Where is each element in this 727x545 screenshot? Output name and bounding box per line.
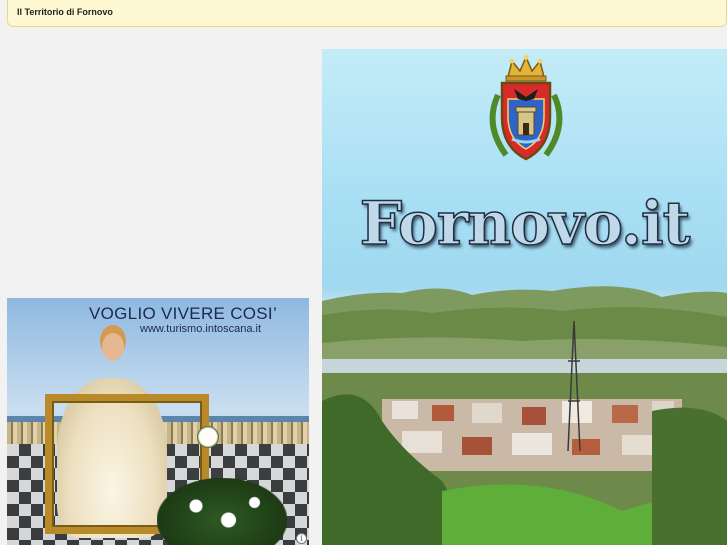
coat-of-arms-icon — [489, 55, 563, 161]
page-title: Il Territorio di Fornovo — [17, 7, 113, 17]
header-bar: Il Territorio di Fornovo — [7, 0, 727, 27]
advertisement-banner[interactable]: VOGLIO VIVERE COSI’ www.turismo.intoscan… — [7, 298, 309, 545]
site-brand-logo[interactable]: Fornovo.it — [352, 188, 697, 260]
ad-url[interactable]: www.turismo.intoscana.it — [140, 323, 261, 335]
ad-flower-arrangement — [157, 478, 287, 545]
hero-banner: Fornovo.it — [322, 49, 727, 545]
ad-headline: VOGLIO VIVERE COSI’ — [89, 304, 278, 323]
ad-info-icon[interactable]: i — [296, 533, 307, 544]
ad-white-rose — [197, 426, 219, 448]
fornovo-landscape-photo — [322, 286, 727, 545]
ad-bride-head — [102, 333, 124, 361]
